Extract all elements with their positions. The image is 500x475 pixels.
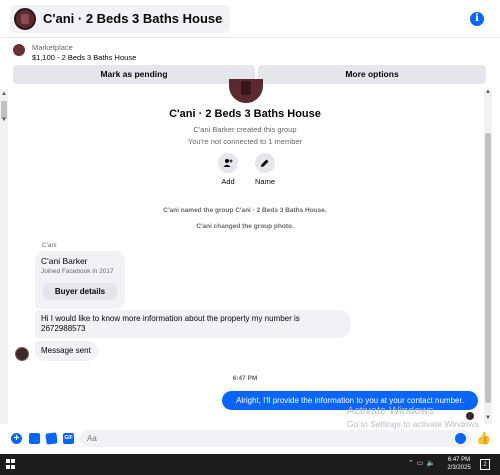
name-group-button[interactable]: Name <box>253 153 277 186</box>
marketplace-label: Marketplace <box>32 43 73 52</box>
image-icon[interactable] <box>29 433 40 444</box>
info-icon[interactable]: i <box>470 12 484 26</box>
message-timestamp: 6:47 PM <box>232 375 258 382</box>
profile-joined: Joined Facebook in 2017 <box>41 268 114 275</box>
chat-header: C'ani · 2 Beds 3 Baths House i <box>0 0 500 38</box>
group-created-text: C'ani Barker created this group <box>193 125 297 134</box>
system-message-photo: C'ani changed the group photo. <box>196 223 294 230</box>
name-label: Name <box>254 177 275 186</box>
message-line: Hi I would like to know more information… <box>41 314 300 323</box>
sticker-icon[interactable] <box>45 432 58 445</box>
sender-avatar[interactable] <box>15 347 29 361</box>
windows-taskbar: ⌃▭🔈 6:47 PM 2/3/2025 2 <box>0 454 500 475</box>
system-message-rename: C'ani named the group C'ani · 2 Beds 3 B… <box>163 207 327 214</box>
right-scrollbar[interactable]: ▲ ▼ <box>484 89 492 424</box>
thumbs-up-icon[interactable]: 👍 <box>476 431 491 445</box>
message-thread[interactable]: ▲ ▼ C'ani · 2 Beds 3 Baths House C'ani B… <box>0 79 500 429</box>
add-person-icon <box>218 153 238 173</box>
windows-start-icon[interactable] <box>6 459 16 469</box>
chat-title-button[interactable]: C'ani · 2 Beds 3 Baths House <box>10 4 231 33</box>
buyer-details-button[interactable]: Buyer details <box>43 283 117 300</box>
more-options-button[interactable]: More options <box>258 65 486 84</box>
activate-windows-title: Activate Windows <box>347 405 434 417</box>
buyer-profile-card: C'ani Barker Joined Facebook in 2017 Buy… <box>35 251 125 309</box>
connection-text: You're not connected to 1 member <box>187 137 303 146</box>
gif-icon[interactable]: GIF <box>63 433 74 444</box>
sender-name: C'ani <box>42 242 57 249</box>
add-member-button[interactable]: Add <box>216 153 240 186</box>
message-bubble[interactable]: Message sent <box>35 341 98 361</box>
messenger-window: C'ani · 2 Beds 3 Baths House i Marketpla… <box>0 0 500 475</box>
plus-icon[interactable]: + <box>11 433 22 444</box>
scrollbar-thumb[interactable] <box>485 133 491 403</box>
scroll-down-icon[interactable]: ▼ <box>485 415 491 421</box>
notification-icon[interactable]: 2 <box>480 459 490 470</box>
clock-date[interactable]: 2/3/2025 <box>444 465 474 471</box>
listing-thumbnail[interactable] <box>13 44 25 56</box>
profile-name[interactable]: C'ani Barker <box>41 256 88 266</box>
message-line: 2672988573 <box>41 324 86 333</box>
system-tray-icons[interactable]: ⌃▭🔈 <box>408 459 438 467</box>
group-avatar <box>14 7 36 30</box>
listing-price[interactable]: $1,100 - 2 Beds 3 Baths House <box>32 53 136 62</box>
scroll-up-icon[interactable]: ▲ <box>1 91 7 97</box>
mark-as-pending-button[interactable]: Mark as pending <box>13 65 255 84</box>
group-title: C'ani · 2 Beds 3 Baths House <box>169 108 321 120</box>
clock-time[interactable]: 6:47 PM <box>446 457 472 463</box>
scroll-up-icon[interactable]: ▲ <box>485 89 491 95</box>
chat-title: C'ani · 2 Beds 3 Baths House <box>43 11 223 26</box>
pencil-icon <box>255 153 275 173</box>
message-input[interactable] <box>80 430 472 447</box>
message-composer: + GIF 👍 <box>0 427 500 451</box>
group-photo <box>229 79 263 103</box>
message-bubble[interactable]: Hi I would like to know more information… <box>35 310 351 338</box>
emoji-icon[interactable] <box>455 433 466 444</box>
